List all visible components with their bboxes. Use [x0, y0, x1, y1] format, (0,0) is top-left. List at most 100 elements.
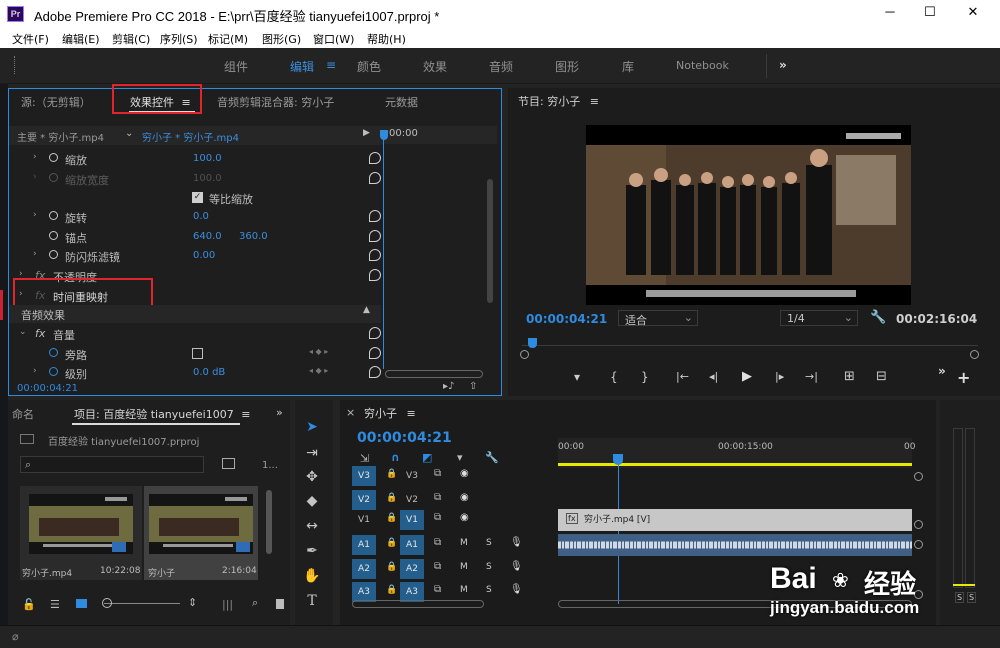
mark-out-icon[interactable]: }: [641, 370, 649, 384]
track-lock-icon[interactable]: 🔒: [386, 469, 397, 479]
program-timecode[interactable]: 00:00:04:21: [526, 312, 607, 326]
resolution-dropdown[interactable]: 1/4 ⌄: [780, 310, 858, 326]
stopwatch-icon[interactable]: [49, 348, 58, 357]
wrench-icon[interactable]: 🔧: [870, 310, 886, 325]
tab-project[interactable]: 项目: 百度经验 tianyuefei1007 ≡: [74, 406, 250, 422]
timeline-timecode[interactable]: 00:00:04:21: [357, 430, 452, 446]
expand-chevron-icon[interactable]: ›: [33, 366, 37, 376]
track-name-a3[interactable]: A3: [400, 582, 424, 602]
vertical-zoom-handle[interactable]: [914, 540, 923, 549]
more-buttons-icon[interactable]: »: [938, 364, 946, 378]
track-source-v1[interactable]: V1: [352, 510, 376, 530]
workspace-home-icon[interactable]: [14, 56, 17, 74]
eye-icon[interactable]: ◉: [460, 492, 469, 503]
new-bin-icon[interactable]: [222, 458, 235, 469]
go-to-in-icon[interactable]: |←: [676, 370, 689, 383]
sort-icon[interactable]: ⇕: [188, 596, 197, 609]
panel-overflow-icon[interactable]: »: [276, 406, 283, 419]
workspace-editing-menu-icon[interactable]: ≡: [326, 58, 336, 72]
property-value[interactable]: 100.0: [193, 153, 222, 164]
solo-button[interactable]: S: [486, 562, 492, 572]
vertical-zoom-handle[interactable]: [914, 472, 923, 481]
sync-lock-icon[interactable]: ⧉: [434, 537, 441, 548]
eye-icon[interactable]: ◉: [460, 468, 469, 479]
add-marker-icon[interactable]: ▾: [457, 451, 463, 464]
microphone-icon[interactable]: 🎙: [510, 561, 523, 572]
property-value-y[interactable]: 360.0: [239, 231, 268, 242]
keyframe-nav-icon[interactable]: ◂ ◆ ▸: [309, 366, 328, 375]
workspace-color[interactable]: 颜色: [357, 58, 381, 75]
scroll-handle-right[interactable]: [970, 350, 979, 359]
workspace-effects[interactable]: 效果: [423, 58, 447, 75]
automate-icon[interactable]: |||: [222, 598, 233, 611]
extract-icon[interactable]: ⊟: [876, 369, 887, 384]
mute-button[interactable]: M: [460, 538, 468, 548]
project-item-sequence[interactable]: 穷小子 2:16:04: [144, 486, 258, 580]
uniform-scale-checkbox[interactable]: ✓: [192, 192, 203, 203]
menu-clip[interactable]: 剪辑(C): [112, 31, 150, 47]
video-clip[interactable]: fx 穷小子.mp4 [V]: [558, 509, 912, 531]
slip-tool-icon[interactable]: ↔: [299, 515, 325, 537]
lock-icon[interactable]: 🔓: [22, 598, 36, 611]
audio-clip[interactable]: [558, 534, 912, 556]
timeline-close-icon[interactable]: ×: [346, 406, 355, 419]
expand-chevron-icon[interactable]: ›: [33, 249, 37, 259]
razor-tool-icon[interactable]: ◆: [299, 490, 325, 512]
snap-icon[interactable]: ∩: [391, 451, 400, 464]
reset-icon[interactable]: [369, 152, 381, 164]
play-only-icon[interactable]: ▶: [363, 128, 370, 138]
fit-dropdown[interactable]: 适合 ⌄: [618, 310, 698, 327]
track-name-v3[interactable]: V3: [400, 466, 424, 486]
pen-tool-icon[interactable]: ✒: [299, 540, 325, 562]
microphone-icon[interactable]: 🎙: [510, 537, 523, 548]
menu-marker[interactable]: 标记(M): [208, 31, 248, 47]
go-to-out-icon[interactable]: →|: [805, 370, 818, 383]
tab-audio-clip-mixer[interactable]: 音频剪辑混合器: 穷小子: [217, 94, 334, 110]
sync-lock-icon[interactable]: ⧉: [434, 468, 441, 479]
workspace-graphics[interactable]: 图形: [555, 58, 579, 75]
solo-button[interactable]: S: [486, 585, 492, 595]
workspace-notebook[interactable]: Notebook: [676, 59, 729, 72]
track-name-a2[interactable]: A2: [400, 559, 424, 579]
track-lock-icon[interactable]: 🔒: [386, 538, 397, 548]
project-scrollbar[interactable]: [266, 490, 272, 554]
reset-icon[interactable]: [369, 249, 381, 261]
project-item-clip[interactable]: 穷小子.mp4 10:22:08: [20, 486, 142, 580]
expand-chevron-icon[interactable]: ›: [33, 152, 37, 162]
program-playhead[interactable]: [528, 338, 537, 348]
maximize-button[interactable]: ☐: [920, 4, 940, 24]
property-value-x[interactable]: 640.0: [193, 231, 222, 242]
minimize-button[interactable]: ─: [880, 4, 900, 24]
timeline-ruler[interactable]: 00:00 00:00:15:00 00: [558, 438, 915, 468]
stopwatch-icon[interactable]: [49, 367, 58, 376]
menu-file[interactable]: 文件(F): [12, 31, 49, 47]
tab-metadata[interactable]: 元数据: [385, 94, 418, 110]
sync-lock-icon[interactable]: ⧉: [434, 512, 441, 523]
reset-icon[interactable]: [369, 210, 381, 222]
ripple-edit-tool-icon[interactable]: ✥: [299, 466, 325, 488]
sync-lock-icon[interactable]: ⧉: [434, 492, 441, 503]
track-source-v2[interactable]: V2: [352, 490, 376, 510]
track-select-tool-icon[interactable]: ⇥: [299, 442, 325, 464]
reset-icon[interactable]: [369, 327, 381, 339]
tab-project-menu-icon[interactable]: ≡: [241, 408, 250, 421]
solo-button[interactable]: S: [486, 538, 492, 548]
track-source-a2[interactable]: A2: [352, 559, 376, 579]
track-lock-icon[interactable]: 🔒: [386, 562, 397, 572]
expand-chevron-icon[interactable]: ›: [33, 172, 37, 182]
type-tool-icon[interactable]: T: [299, 590, 325, 612]
property-value[interactable]: 0.00: [193, 250, 215, 261]
track-source-a3[interactable]: A3: [352, 582, 376, 602]
list-view-icon[interactable]: ☰: [50, 598, 60, 611]
new-item-icon[interactable]: [276, 599, 284, 609]
program-scrub-bar[interactable]: [522, 338, 978, 357]
zoom-slider[interactable]: [104, 603, 180, 604]
sync-lock-icon[interactable]: ⧉: [434, 584, 441, 595]
clip-dropdown-chevron-icon[interactable]: ⌄: [125, 128, 133, 139]
expand-chevron-icon[interactable]: ›: [33, 210, 37, 220]
track-name-a1[interactable]: A1: [400, 535, 424, 555]
step-forward-icon[interactable]: |▸: [775, 370, 784, 383]
close-button[interactable]: ✕: [963, 4, 983, 24]
zoom-slider-handle[interactable]: [102, 598, 112, 608]
track-lock-icon[interactable]: 🔒: [386, 513, 397, 523]
